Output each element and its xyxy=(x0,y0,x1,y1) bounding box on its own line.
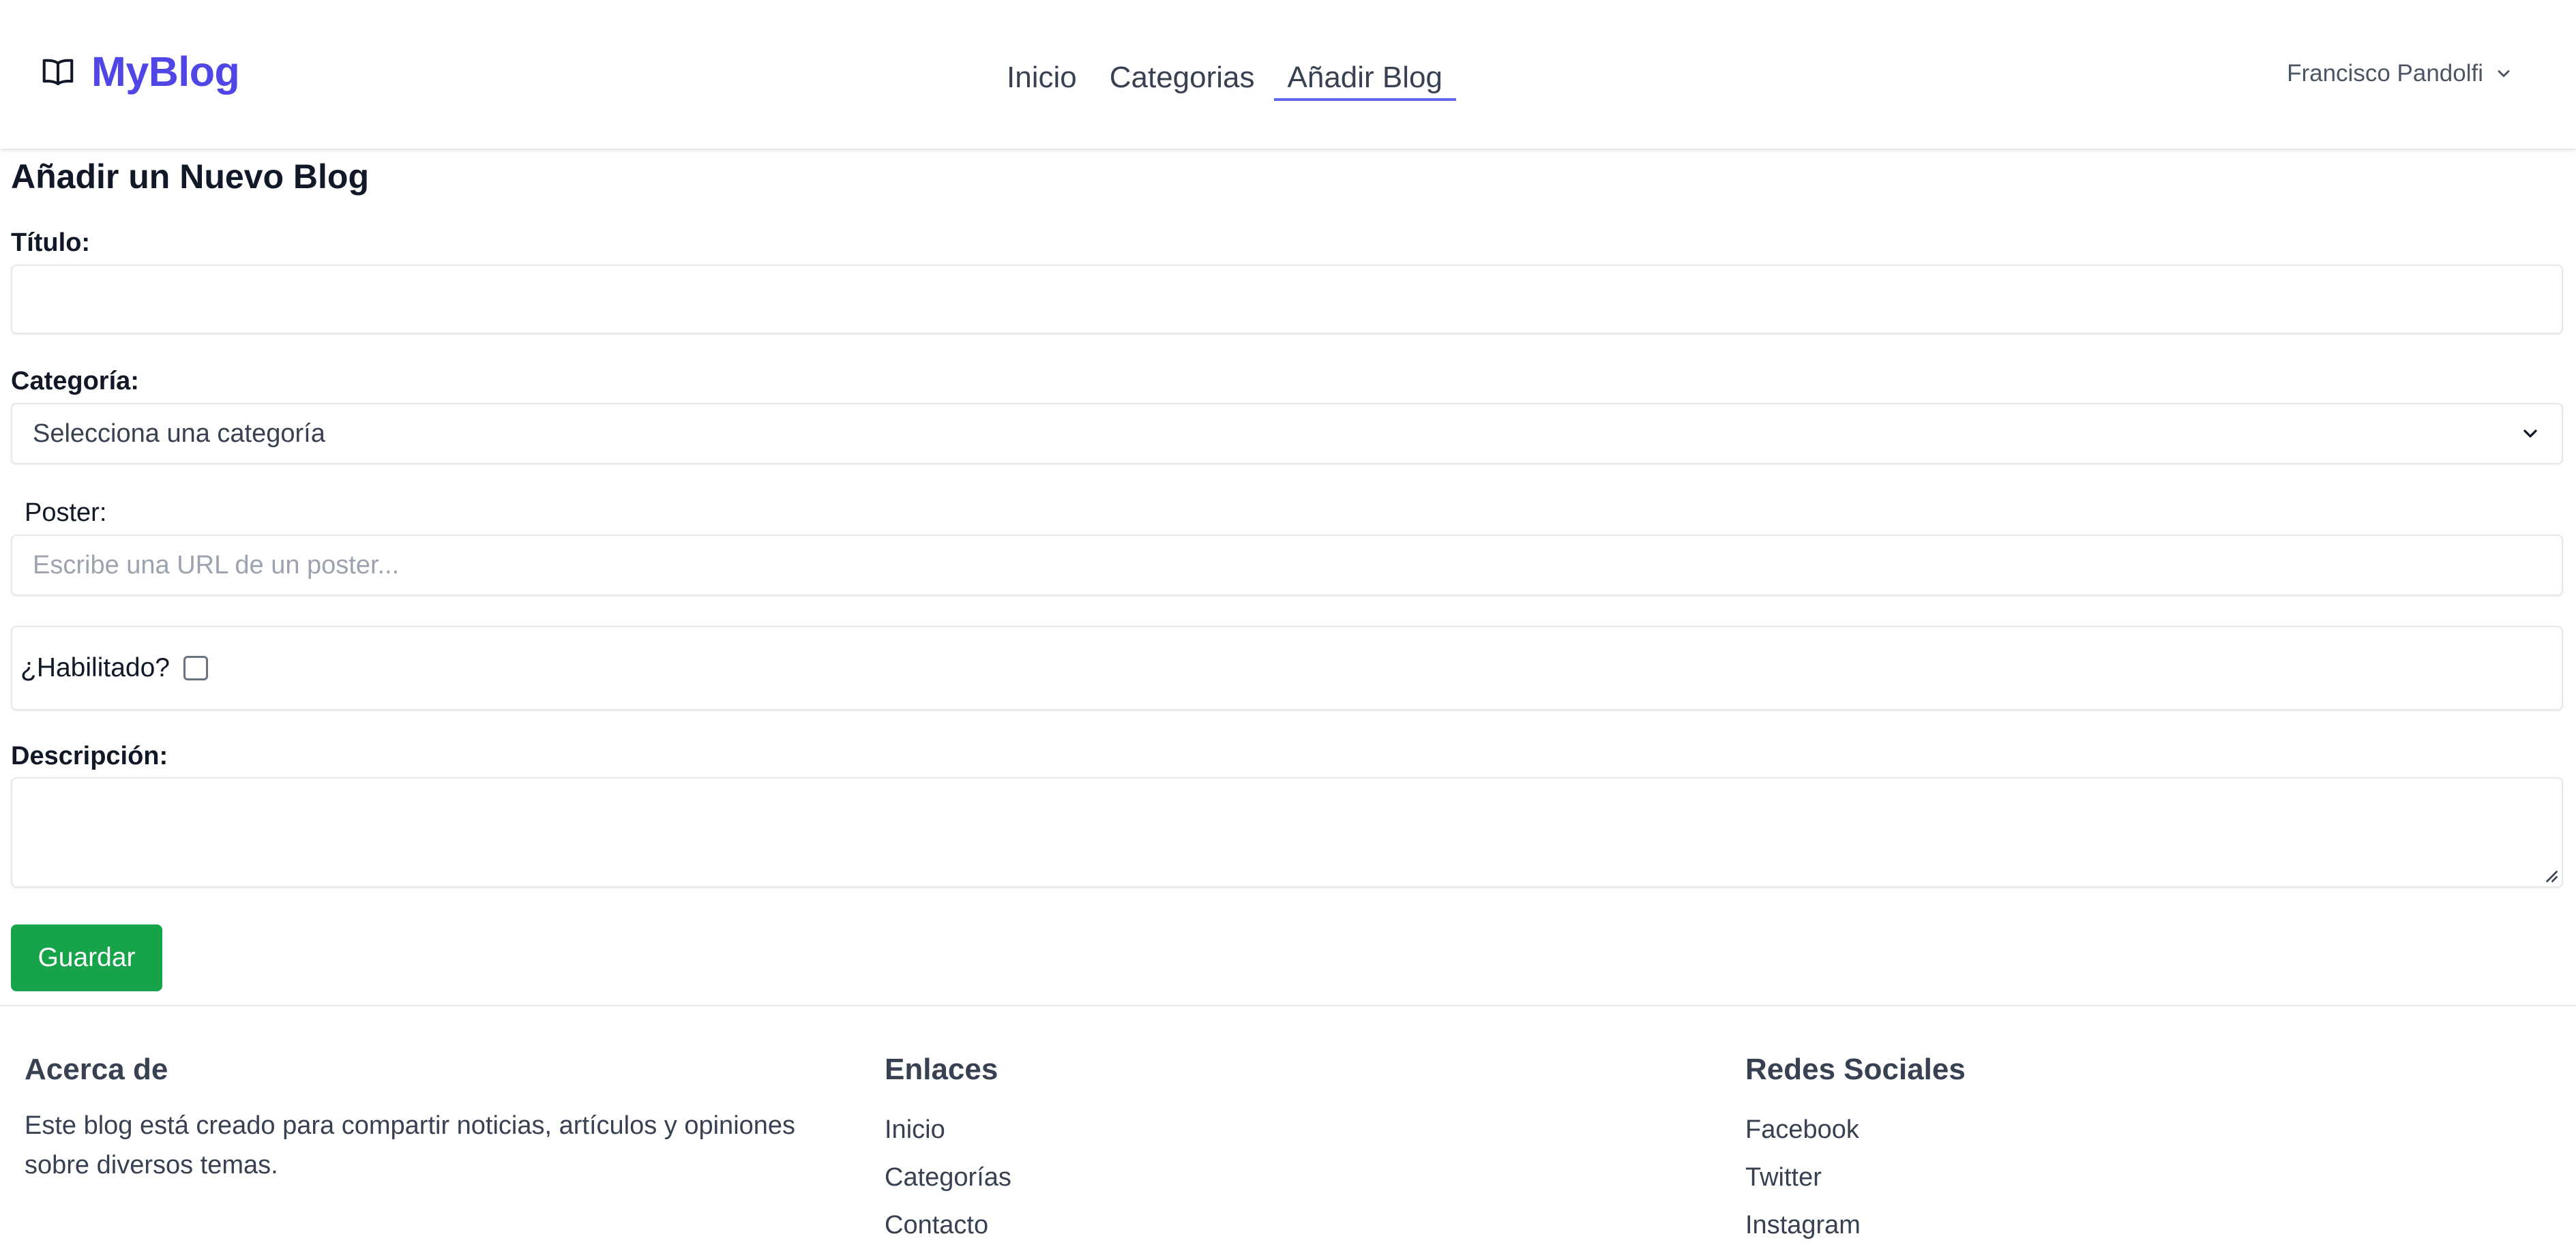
habilitado-label: ¿Habilitado? xyxy=(20,653,170,682)
footer-about-text: Este blog está creado para compartir not… xyxy=(25,1111,796,1179)
footer-social: Redes Sociales Facebook Twitter Instagra… xyxy=(1745,1053,2576,1249)
footer-link-inicio[interactable]: Inicio xyxy=(885,1106,1730,1154)
footer-links-title: Enlaces xyxy=(885,1053,998,1086)
user-name[interactable]: Francisco Pandolfi xyxy=(2287,60,2483,87)
descripcion-textarea[interactable] xyxy=(11,777,2563,888)
nav-link-inicio[interactable]: Inicio xyxy=(1007,57,1077,98)
footer-social-facebook[interactable]: Facebook xyxy=(1745,1106,2576,1154)
footer: Acerca de Este blog está creado para com… xyxy=(0,1005,2576,1249)
poster-input[interactable] xyxy=(11,535,2563,596)
chevron-down-icon xyxy=(2523,430,2537,438)
book-open-icon xyxy=(42,59,74,86)
nav-link-anadir-blog[interactable]: Añadir Blog xyxy=(1273,57,1457,101)
top-navbar: MyBlog Inicio Categorias Añadir Blog Fra… xyxy=(0,0,2576,149)
descripcion-label: Descripción: xyxy=(11,742,168,770)
habilitado-checkbox[interactable] xyxy=(183,656,208,680)
page-title: Añadir un Nuevo Blog xyxy=(11,157,369,196)
footer-links: Enlaces Inicio Categorías Contacto xyxy=(885,1053,1730,1249)
footer-link-contacto[interactable]: Contacto xyxy=(885,1201,1730,1249)
categoria-select[interactable]: Selecciona una categoría xyxy=(11,403,2563,464)
nav-link-categorias[interactable]: Categorias xyxy=(1110,57,1255,98)
footer-about-title: Acerca de xyxy=(25,1053,168,1086)
resize-grip-icon[interactable] xyxy=(2541,866,2559,884)
habilitado-row: ¿Habilitado? xyxy=(11,626,2563,710)
footer-link-categorias[interactable]: Categorías xyxy=(885,1154,1730,1201)
footer-social-twitter[interactable]: Twitter xyxy=(1745,1154,2576,1201)
save-button[interactable]: Guardar xyxy=(11,924,162,991)
chevron-down-icon xyxy=(2498,70,2510,77)
main-nav: Inicio Categorias Añadir Blog xyxy=(1007,57,1489,101)
descripcion-wrapper xyxy=(11,777,2563,888)
titulo-label: Título: xyxy=(11,228,91,257)
footer-social-title: Redes Sociales xyxy=(1745,1053,1966,1086)
footer-about: Acerca de Este blog está creado para com… xyxy=(25,1053,870,1185)
brand[interactable]: MyBlog xyxy=(40,48,240,95)
brand-name[interactable]: MyBlog xyxy=(91,48,240,95)
categoria-label: Categoría: xyxy=(11,367,139,395)
titulo-input[interactable] xyxy=(11,265,2563,334)
footer-social-instagram[interactable]: Instagram xyxy=(1745,1201,2576,1249)
categoria-selected-value: Selecciona una categoría xyxy=(33,419,325,448)
poster-label: Poster: xyxy=(25,498,107,527)
user-menu[interactable]: Francisco Pandolfi xyxy=(2287,60,2513,87)
